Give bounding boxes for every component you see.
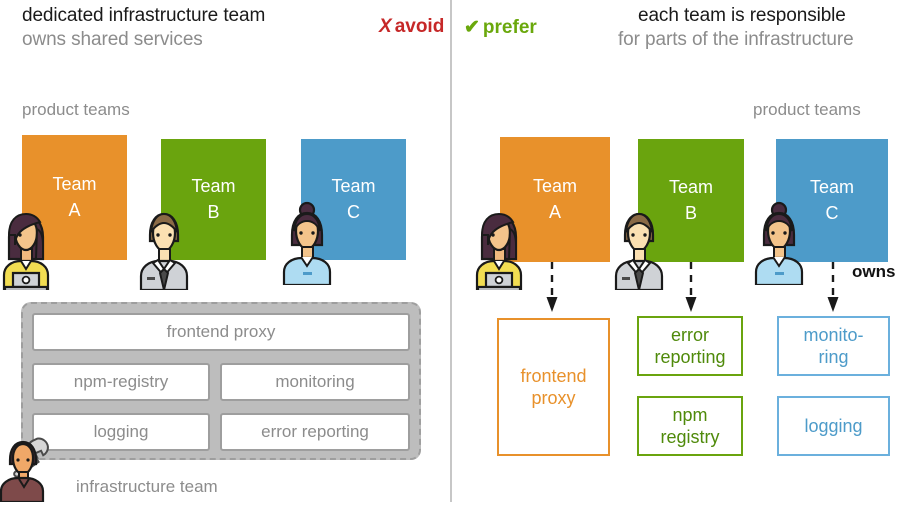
owned-service-monitoring[interactable]: monito- ring bbox=[777, 316, 890, 376]
prefer-label: prefer bbox=[482, 17, 537, 38]
avatar-woman-bun bbox=[753, 200, 805, 287]
ownership-arrow-team-c bbox=[826, 262, 840, 314]
team-label-line2: A bbox=[548, 201, 561, 222]
service-label: logging bbox=[93, 422, 149, 441]
prefer-badge: ✔ prefer bbox=[464, 16, 537, 39]
team-label-line1: Team bbox=[532, 175, 577, 196]
service-label: monitoring bbox=[275, 372, 355, 391]
team-label-line2: C bbox=[825, 202, 839, 223]
avatar-woman-laptop bbox=[0, 205, 52, 293]
right-product-teams-caption: product teams bbox=[753, 100, 861, 119]
ownership-arrow-team-b bbox=[684, 262, 698, 314]
left-header-subtitle: owns shared services bbox=[22, 29, 203, 50]
team-label-line1: Team bbox=[52, 173, 97, 194]
avatar-woman-laptop bbox=[473, 205, 525, 293]
avatar-man-tie bbox=[613, 205, 665, 292]
service-label-line1: monito- bbox=[803, 324, 864, 345]
owned-service-frontend-proxy[interactable]: frontend proxy bbox=[497, 318, 610, 456]
service-label-line1: error bbox=[670, 324, 709, 345]
x-icon: X bbox=[379, 16, 392, 37]
avatar-engineer-wrench bbox=[0, 428, 74, 504]
team-label-line2: A bbox=[68, 199, 81, 220]
service-label-line1: logging bbox=[804, 415, 863, 436]
shared-service-npm-registry[interactable]: npm-registry bbox=[32, 363, 210, 401]
right-header-title: each team is responsible bbox=[638, 5, 846, 26]
team-label-line1: Team bbox=[668, 176, 713, 197]
team-label-line2: C bbox=[347, 201, 360, 222]
team-label-line1: Team bbox=[331, 175, 376, 196]
service-label-line2: reporting bbox=[654, 347, 726, 367]
team-label-line2: B bbox=[207, 201, 220, 222]
panel-divider bbox=[450, 0, 452, 502]
service-label: npm-registry bbox=[73, 372, 169, 391]
team-label-line1: Team bbox=[191, 175, 236, 196]
avoid-label: avoid bbox=[394, 16, 445, 37]
owned-service-logging[interactable]: logging bbox=[777, 396, 890, 456]
shared-service-monitoring[interactable]: monitoring bbox=[220, 363, 410, 401]
service-label: frontend proxy bbox=[166, 322, 276, 341]
avatar-woman-bun bbox=[281, 200, 333, 287]
team-label-line1: Team bbox=[809, 176, 854, 197]
left-header-title: dedicated infrastructure team bbox=[22, 5, 266, 26]
left-product-teams-caption: product teams bbox=[22, 100, 130, 119]
service-label-line1: npm bbox=[672, 404, 708, 425]
service-label: error reporting bbox=[261, 422, 369, 441]
service-label-line2: ring bbox=[818, 347, 849, 367]
owns-label: owns bbox=[852, 262, 896, 281]
right-header-subtitle: for parts of the infrastructure bbox=[618, 29, 854, 50]
service-label-line2: registry bbox=[660, 427, 720, 447]
diagram-canvas: dedicated infrastructure team owns share… bbox=[0, 0, 902, 504]
shared-service-error-reporting[interactable]: error reporting bbox=[220, 413, 410, 451]
owned-service-error-reporting[interactable]: error reporting bbox=[637, 316, 743, 376]
avatar-man-tie bbox=[138, 205, 190, 292]
check-icon: ✔ bbox=[464, 17, 480, 38]
avoid-badge: Xavoid bbox=[379, 16, 444, 38]
team-label-line2: B bbox=[684, 202, 697, 223]
infrastructure-team-caption: infrastructure team bbox=[76, 477, 218, 496]
ownership-arrow-team-a bbox=[545, 262, 559, 314]
shared-service-frontend-proxy[interactable]: frontend proxy bbox=[32, 313, 410, 351]
owned-service-npm-registry[interactable]: npm registry bbox=[637, 396, 743, 456]
service-label-line1: frontend bbox=[520, 365, 587, 386]
service-label-line2: proxy bbox=[531, 388, 576, 408]
